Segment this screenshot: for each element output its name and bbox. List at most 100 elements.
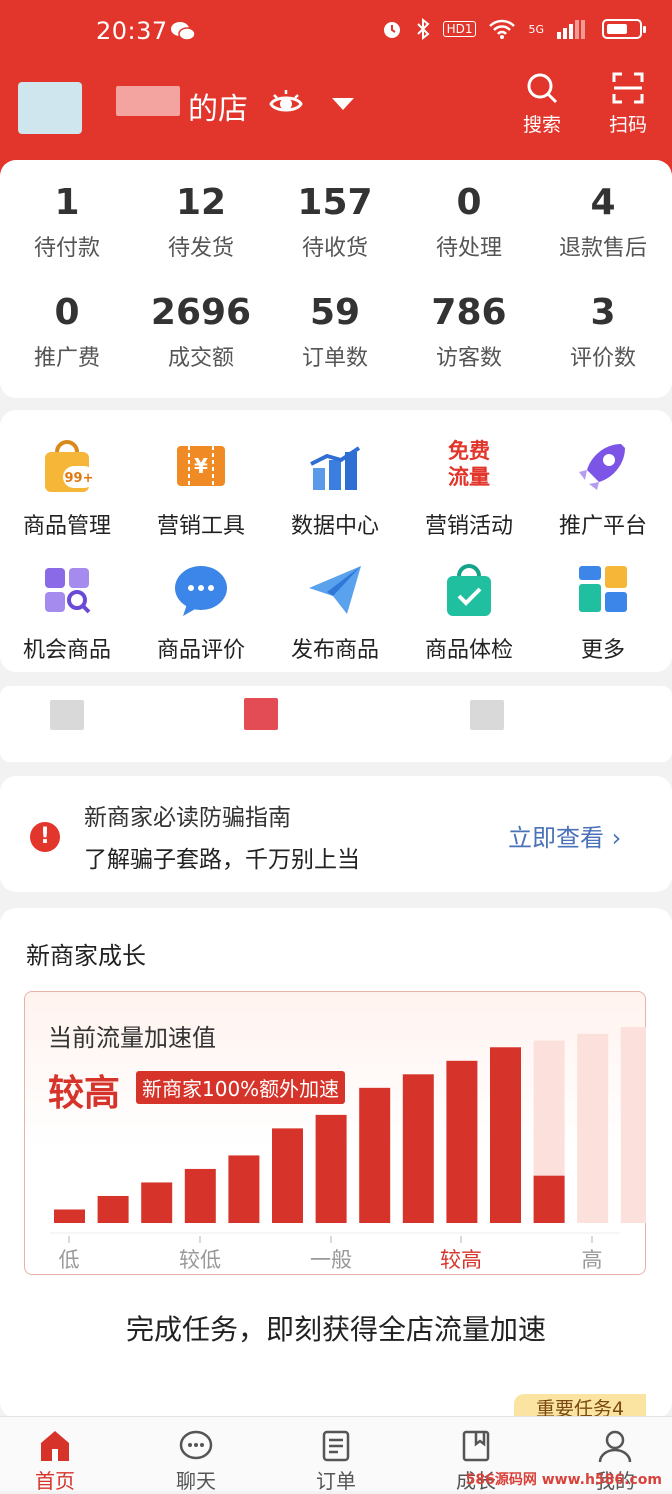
important-task-tag[interactable]: 重要任务4 [514, 1394, 646, 1418]
chart-tick-label: 较高 [440, 1248, 482, 1272]
coupon-icon: ¥ [177, 446, 225, 486]
alert-title: 新商家必读防骗指南 [84, 805, 291, 831]
tool-data-center[interactable]: 数据中心 [268, 434, 402, 540]
tool-label: 推广平台 [558, 514, 647, 539]
chart-bar-inactive [620, 1027, 646, 1223]
bluetooth-icon [416, 18, 430, 40]
chart-bar [54, 1209, 85, 1223]
hd-badge: HD1 [442, 21, 477, 37]
view-now-link[interactable]: 立即查看 › [508, 818, 621, 853]
tool-label: 营销活动 [424, 514, 513, 539]
chart-tick-label: 较低 [179, 1248, 221, 1272]
store-name[interactable]: 的店 [188, 84, 248, 128]
stat-label: 推广费 [33, 346, 100, 371]
status-time: 20:37 [96, 17, 168, 45]
chevron-down-icon[interactable] [332, 98, 354, 110]
shopping-bag-icon: 99+ [45, 440, 95, 492]
stat-pending-receipt[interactable]: 157 待收货 [268, 182, 402, 262]
chart-bar [315, 1114, 347, 1223]
blurred-banner[interactable] [0, 686, 672, 762]
tool-product-management[interactable]: 99+ 商品管理 [0, 434, 134, 540]
home-icon [41, 1431, 69, 1461]
nav-home[interactable]: 首页 [0, 1429, 110, 1494]
wifi-icon [489, 19, 516, 39]
accel-badge: 新商家100%额外加速 [136, 1071, 346, 1104]
tool-publish-product[interactable]: 发布商品 [268, 558, 402, 664]
watermark: 586源码网 www.h586.com [465, 1472, 662, 1488]
chart-bar [97, 1195, 129, 1223]
task-text: 完成任务，即刻获得全店流量加速 [125, 1313, 546, 1346]
stat-label: 评价数 [569, 346, 636, 371]
tool-marketing-tools[interactable]: ¥ 营销工具 [134, 434, 268, 540]
stat-promotion-fee[interactable]: 0 推广费 [0, 292, 134, 372]
stat-label: 成交额 [167, 346, 234, 371]
tool-label: 商品评价 [156, 638, 245, 663]
chart-bar [446, 1060, 478, 1223]
stat-gmv[interactable]: 2696 成交额 [134, 292, 268, 372]
alarm-icon [383, 22, 400, 38]
scan-button[interactable]: 扫码 [598, 70, 658, 137]
tool-promotion-platform[interactable]: 推广平台 [536, 434, 670, 540]
tool-more[interactable]: 更多 [536, 558, 670, 664]
chart-tick-label: 一般 [310, 1248, 352, 1272]
chart-bar [228, 1155, 260, 1223]
tool-label: 商品管理 [22, 514, 111, 539]
stat-pending-shipment[interactable]: 12 待发货 [134, 182, 268, 262]
stat-value: 59 [309, 292, 361, 333]
chart-bar-inactive [577, 1033, 609, 1223]
tool-product-checkup[interactable]: 商品体检 [402, 558, 536, 664]
rocket-icon [579, 444, 625, 490]
tool-label: 营销工具 [156, 514, 245, 539]
stat-visitors[interactable]: 786 访客数 [402, 292, 536, 372]
bar-chart-icon [310, 446, 361, 490]
bottom-nav: 首页 聊天 订单 成长 我的 586源码网 www.h586.com [0, 1416, 672, 1494]
tool-label: 数据中心 [290, 514, 379, 539]
chat-icon [179, 1430, 213, 1460]
app-header: 20:37 HD1 5G 的店 搜索 扫码 [0, 0, 672, 175]
growth-icon [462, 1430, 490, 1462]
tool-marketing-activities[interactable]: 免费 流量 营销活动 [402, 434, 536, 540]
grid-search-icon [45, 568, 91, 614]
stat-value: 0 [456, 182, 482, 223]
network-label: 5G [528, 22, 544, 36]
order-icon [322, 1430, 350, 1462]
tool-label: 发布商品 [290, 638, 379, 663]
blurred-block [244, 698, 278, 730]
stat-label: 访客数 [435, 346, 502, 371]
chart-bar [402, 1074, 434, 1223]
store-avatar[interactable] [18, 82, 82, 134]
eye-icon[interactable] [268, 86, 304, 122]
growth-title: 新商家成长 [26, 942, 146, 970]
stat-value: 3 [590, 292, 616, 333]
stats-card: 1 待付款 12 待发货 157 待收货 0 待处理 4 退款售后 0 推广费 2696 成交… [0, 160, 672, 398]
profile-icon [598, 1430, 632, 1463]
status-icons: HD1 5G [381, 18, 646, 40]
search-label: 搜索 [522, 114, 561, 136]
stat-pending-handling[interactable]: 0 待处理 [402, 182, 536, 262]
stat-pending-payment[interactable]: 1 待付款 [0, 182, 134, 262]
tool-badge: ¥ [194, 454, 208, 478]
tool-opportunity-products[interactable]: 机会商品 [0, 558, 134, 664]
store-name-redacted [116, 86, 180, 116]
stat-value: 12 [175, 182, 227, 223]
signal-icon [557, 20, 585, 39]
nav-chat[interactable]: 聊天 [141, 1429, 251, 1494]
stat-reviews[interactable]: 3 评价数 [536, 292, 670, 372]
search-button[interactable]: 搜索 [512, 70, 572, 137]
chart-bar [490, 1047, 521, 1223]
blurred-block [470, 700, 504, 730]
blurred-block [50, 700, 84, 730]
tool-icon-text: 流量 [448, 465, 490, 489]
stat-label: 待付款 [33, 236, 100, 261]
chart-bar-partial [533, 1175, 565, 1223]
chart-bar [359, 1087, 391, 1223]
status-bar: 20:37 HD1 5G [0, 0, 672, 66]
nav-orders[interactable]: 订单 [281, 1429, 391, 1494]
stat-orders[interactable]: 59 订单数 [268, 292, 402, 372]
checked-bag-icon [447, 564, 491, 616]
stat-value: 2696 [150, 292, 252, 333]
stat-value: 157 [297, 182, 373, 223]
stat-refunds[interactable]: 4 退款售后 [536, 182, 670, 262]
tool-icon-text: 免费 [448, 439, 490, 463]
tool-product-reviews[interactable]: 商品评价 [134, 558, 268, 664]
